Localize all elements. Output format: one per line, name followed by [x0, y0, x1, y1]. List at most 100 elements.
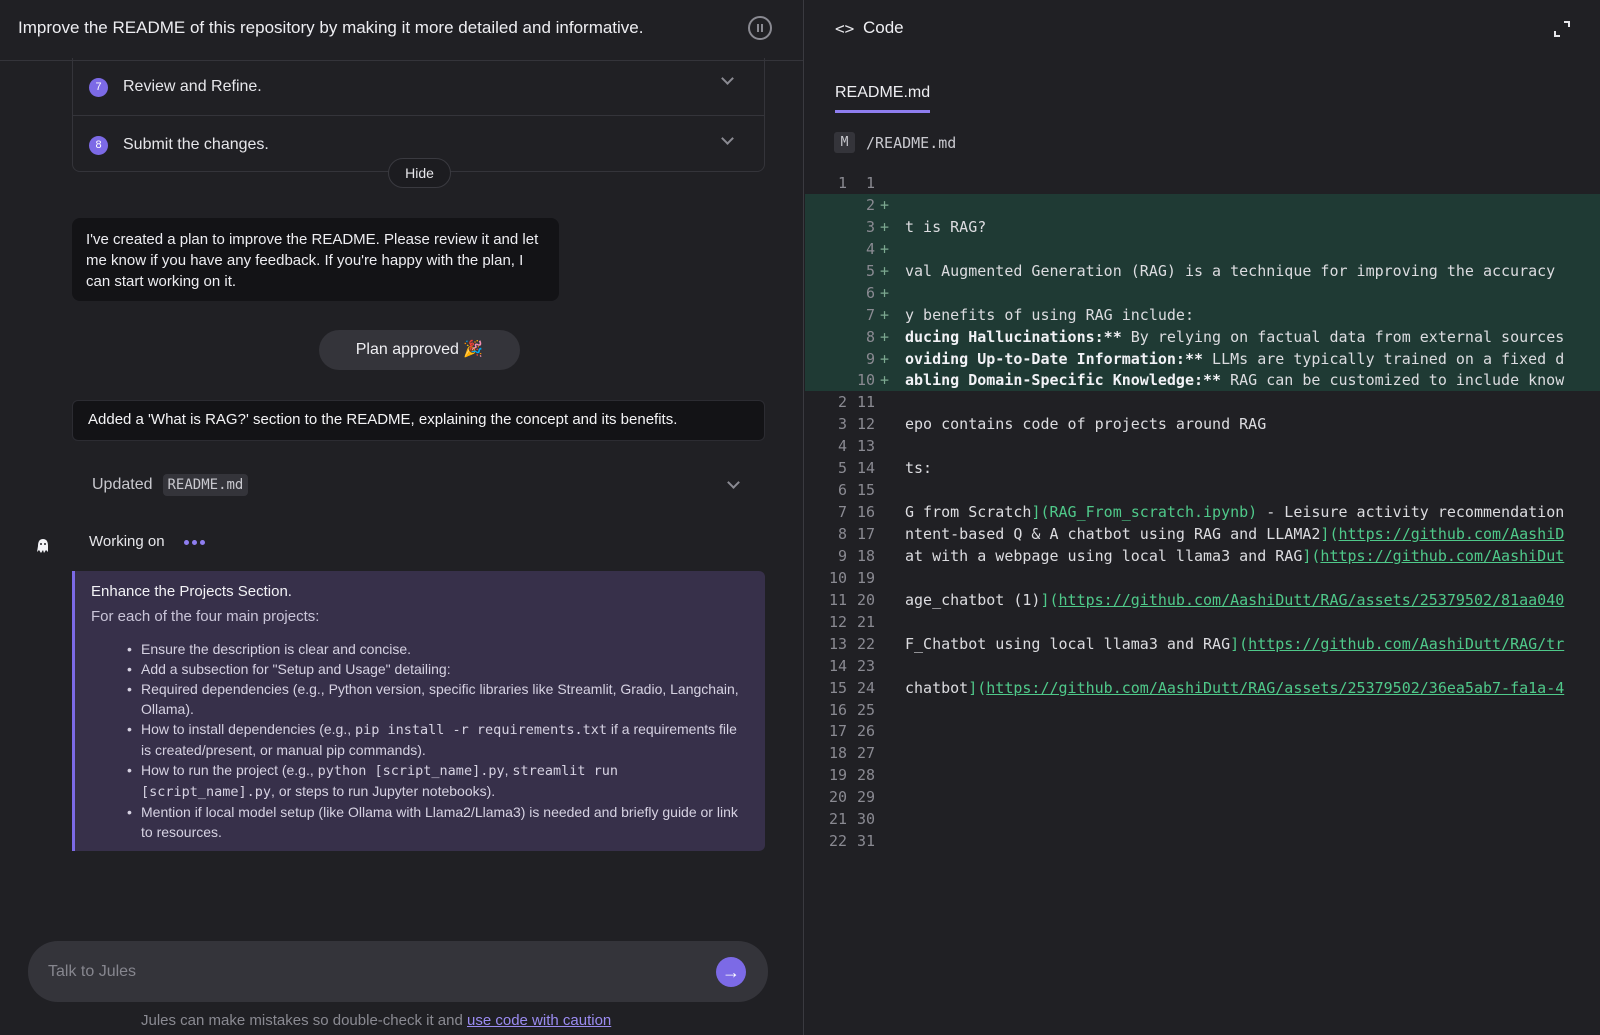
diff-link[interactable]: https://github.com/AashiD: [1338, 525, 1564, 543]
new-line-number: 12: [856, 415, 875, 434]
old-line-number: 3: [837, 415, 847, 434]
loading-dots-icon: [184, 540, 205, 545]
chevron-down-icon[interactable]: [721, 72, 734, 85]
new-line-number: 2: [865, 195, 875, 214]
diff-add-marker: +: [880, 327, 890, 346]
task-card-title: Enhance the Projects Section.: [91, 583, 292, 600]
old-line-number: 16: [828, 700, 847, 719]
diff-line: 22 31: [805, 830, 1600, 852]
modified-badge: M: [834, 132, 855, 153]
new-line-number: 5: [865, 261, 875, 280]
code-panel: <> Code README.md M /README.md 1 1 2 +3 + t i…: [805, 0, 1600, 1035]
diff-line: 19 28: [805, 764, 1600, 786]
diff-line: 3 + t is RAG?: [805, 215, 1600, 238]
new-line-number: 20: [856, 590, 875, 609]
diff-add-marker: +: [880, 305, 890, 324]
old-line-number: 1: [837, 174, 847, 192]
diff-line-content: F_Chatbot using local llama3 and RAG](ht…: [905, 634, 1565, 653]
diff-view: 1 1 2 +3 + t is RAG? 4 +5 + val Augmented Generat…: [805, 172, 1600, 852]
new-line-number: 26: [856, 722, 875, 741]
updated-file-row[interactable]: Updated README.md: [92, 472, 249, 498]
plan-steps: 7 Review and Refine. 8 Submit the change…: [72, 58, 765, 172]
new-line-number: 10: [856, 371, 875, 390]
plan-step-7[interactable]: 7 Review and Refine.: [73, 58, 764, 114]
diff-link[interactable]: https://github.com/AashiDutt/RAG/assets/…: [1059, 591, 1565, 609]
new-line-number: 7: [865, 305, 875, 324]
code-header: <> Code: [805, 0, 1600, 60]
diff-line: 11 20 age_chatbot (1)](https://github.com/…: [805, 589, 1600, 611]
chevron-down-icon[interactable]: [727, 476, 740, 489]
new-line-number: 13: [856, 437, 875, 456]
new-line-number: 23: [856, 656, 875, 675]
diff-link[interactable]: https://github.com/AashiDutt/RAG/assets/…: [986, 679, 1564, 697]
task-title: Improve the README of this repository by…: [18, 18, 644, 37]
expand-icon[interactable]: [1553, 20, 1571, 38]
working-label: Working on: [89, 533, 165, 550]
tab-readme[interactable]: README.md: [835, 84, 931, 113]
step-number: 7: [89, 78, 108, 97]
disclaimer-text: Jules can make mistakes so double-check …: [141, 1012, 467, 1029]
diff-line: 9 + oviding Up-to-Date Information:** LLMs…: [805, 347, 1600, 370]
new-line-number: 27: [856, 744, 875, 763]
new-line-number: 31: [856, 832, 875, 851]
new-line-number: 17: [856, 525, 875, 543]
old-line-number: 11: [828, 590, 847, 609]
code-panel-title: Code: [863, 18, 904, 37]
old-line-number: 8: [837, 525, 847, 543]
diff-line: 4 13: [805, 435, 1600, 457]
diff-line: 10 + abling Domain-Specific Knowledge:** R…: [805, 369, 1600, 392]
new-line-number: 3: [865, 217, 875, 236]
diff-line: 14 23: [805, 655, 1600, 677]
old-line-number: 19: [828, 766, 847, 785]
diff-line-content: epo contains code of projects around RAG: [905, 415, 1267, 434]
old-line-number: 22: [828, 832, 847, 851]
diff-line: 16 25: [805, 699, 1600, 721]
step-label: Review and Refine.: [123, 78, 262, 95]
chat-input[interactable]: [48, 959, 688, 985]
progress-message: Added a 'What is RAG?' section to the RE…: [72, 400, 765, 441]
chat-header: Improve the README of this repository by…: [0, 0, 803, 61]
new-line-number: 15: [856, 481, 875, 500]
new-line-number: 14: [856, 459, 875, 478]
diff-line-content: at with a webpage using local llama3 and…: [905, 546, 1565, 565]
hide-button[interactable]: Hide: [388, 158, 451, 188]
diff-line: 21 30: [805, 808, 1600, 830]
diff-line: 8 + ducing Hallucinations:** By relying on…: [805, 325, 1600, 348]
old-line-number: 20: [828, 788, 847, 807]
diff-link[interactable]: https://github.com/AashiDutt/RAG/tr: [1248, 635, 1564, 653]
send-arrow-icon[interactable]: →: [716, 957, 746, 987]
diff-line: 5 14 ts:: [805, 457, 1600, 479]
diff-line: 3 12 epo contains code of projects around …: [805, 413, 1600, 435]
use-code-with-caution-link[interactable]: use code with caution: [467, 1012, 611, 1029]
diff-link[interactable]: https://github.com/AashiDut: [1320, 547, 1564, 565]
old-line-number: 10: [828, 568, 847, 587]
diff-add-marker: +: [880, 239, 890, 258]
old-line-number: 12: [828, 612, 847, 631]
diff-line-content: age_chatbot (1)](https://github.com/Aash…: [905, 590, 1565, 609]
task-item: Ensure the description is clear and conc…: [127, 639, 749, 659]
pause-icon[interactable]: [748, 16, 772, 40]
diff-line-content: ntent-based Q & A chatbot using RAG and …: [905, 525, 1565, 543]
file-path-row: M /README.md: [834, 132, 956, 153]
task-card-subtitle: For each of the four main projects:: [91, 608, 320, 625]
disclaimer: Jules can make mistakes so double-check …: [141, 1012, 611, 1029]
new-line-number: 8: [865, 327, 875, 346]
diff-line: 15 24 chatbot](https://github.com/AashiDut…: [805, 677, 1600, 699]
old-line-number: 14: [828, 656, 847, 675]
diff-add-marker: +: [880, 261, 890, 280]
diff-line-content: val Augmented Generation (RAG) is a tech…: [905, 261, 1556, 280]
plan-approved-badge: Plan approved 🎉: [319, 330, 520, 370]
diff-line: 9 18 at with a webpage using local llama3 …: [805, 545, 1600, 567]
current-task-card: Enhance the Projects Section. For each o…: [72, 571, 765, 851]
new-line-number: 29: [856, 788, 875, 807]
diff-line: 2 11: [805, 391, 1600, 413]
diff-add-marker: +: [880, 217, 890, 236]
diff-add-marker: +: [880, 349, 890, 368]
updated-label: Updated: [92, 476, 153, 493]
diff-line: 17 26: [805, 720, 1600, 742]
diff-add-marker: +: [880, 283, 890, 302]
old-line-number: 4: [837, 437, 847, 456]
chevron-down-icon[interactable]: [721, 132, 734, 145]
task-item: How to install dependencies (e.g., pip i…: [127, 719, 749, 760]
new-line-number: 25: [856, 700, 875, 719]
